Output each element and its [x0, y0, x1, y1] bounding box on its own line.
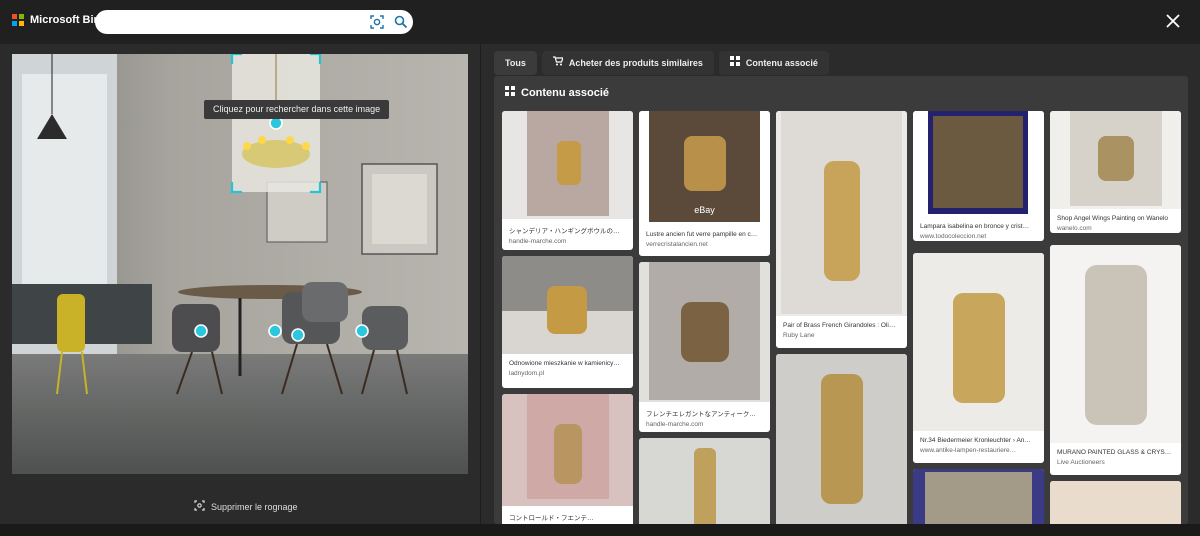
- related-content-panel: Contenu associé シャンデリア・ハンギングボウルの… handle…: [494, 76, 1188, 524]
- result-card[interactable]: [639, 438, 770, 524]
- result-source: ladnydom.pl: [509, 370, 545, 377]
- result-thumbnail: [502, 394, 633, 506]
- search-input[interactable]: [105, 13, 359, 33]
- tab-all[interactable]: Tous: [494, 51, 537, 75]
- bottom-strip: [0, 524, 1200, 536]
- result-source: wanelo.com: [1057, 225, 1092, 232]
- top-bar: Microsoft Bing: [0, 0, 1200, 44]
- result-card[interactable]: MURANO PAINTED GLASS & CRYST… Live Aucti…: [1050, 245, 1181, 475]
- grid-icon: [505, 86, 515, 99]
- result-card[interactable]: Nr.34 Biedermeier Kronleuchter › An… www…: [913, 253, 1044, 463]
- result-title: Pair of Brass French Girandoles : Oli…: [783, 322, 896, 329]
- bing-logo[interactable]: Microsoft Bing: [12, 14, 107, 26]
- result-card[interactable]: コントロールド・フエンテ…: [502, 394, 633, 524]
- result-source: handle-marche.com: [646, 421, 704, 428]
- search-icon[interactable]: [393, 14, 409, 30]
- result-title: Lustre ancien fut verre pampille en c…: [646, 231, 758, 238]
- result-title: コントロールド・フエンテ…: [509, 515, 594, 522]
- result-title: Odnowione mieszkanie w kamienicy…: [509, 360, 620, 367]
- result-thumbnail: [913, 469, 1044, 524]
- section-title-label: Contenu associé: [521, 86, 610, 99]
- result-card[interactable]: eBay Lustre ancien fut verre pampille en…: [639, 111, 770, 256]
- close-icon[interactable]: [1164, 12, 1182, 30]
- result-thumbnail: [639, 262, 770, 402]
- result-card[interactable]: [913, 469, 1044, 524]
- image-preview-pane: Cliquez pour rechercher dans cette image…: [0, 44, 480, 524]
- result-thumbnail: [1050, 481, 1181, 524]
- result-source: www.antike-lampen-restauriere…: [920, 447, 1017, 454]
- result-title: シャンデリア・ハンギングボウルの…: [509, 228, 620, 235]
- result-title: MURANO PAINTED GLASS & CRYST…: [1057, 449, 1176, 456]
- result-title: Lampara isabelina en bronce y crist…: [920, 223, 1030, 230]
- result-thumbnail: [1050, 245, 1181, 443]
- result-thumbnail: [502, 111, 633, 219]
- tab-shop-similar-label: Acheter des produits similaires: [568, 58, 703, 68]
- crop-icon: [194, 500, 205, 513]
- visual-search-icon[interactable]: [369, 14, 385, 30]
- result-card[interactable]: [1050, 481, 1181, 524]
- result-source: handle-marche.com: [509, 238, 567, 245]
- result-thumbnail: [776, 111, 907, 316]
- result-card[interactable]: [776, 354, 907, 524]
- tab-related-content[interactable]: Contenu associé: [718, 51, 829, 75]
- microsoft-logo-icon: [12, 14, 24, 26]
- tab-all-label: Tous: [505, 58, 526, 68]
- result-thumbnail: [913, 253, 1044, 431]
- tab-related-content-label: Contenu associé: [745, 58, 818, 68]
- result-source: verrecristalancien.net: [646, 241, 708, 248]
- result-title: Shop Angel Wings Painting on Wanelo: [1057, 215, 1169, 222]
- result-title: フレンチエレガントなアンティーク…: [646, 411, 756, 418]
- ebay-watermark: eBay: [694, 205, 715, 215]
- result-card[interactable]: Lampara isabelina en bronce y crist… www…: [913, 111, 1044, 241]
- result-thumbnail: eBay: [639, 111, 770, 225]
- result-thumbnail: [1050, 111, 1181, 209]
- grid-icon: [729, 51, 740, 75]
- result-thumbnail: [502, 256, 633, 354]
- section-title: Contenu associé: [505, 86, 609, 99]
- result-source: www.todocoleccion.net: [920, 233, 987, 240]
- result-title: Nr.34 Biedermeier Kronleuchter › An…: [920, 437, 1031, 444]
- crop-hint-tooltip: Cliquez pour rechercher dans cette image: [204, 100, 390, 119]
- result-card[interactable]: Shop Angel Wings Painting on Wanelo wane…: [1050, 111, 1181, 233]
- source-image[interactable]: Cliquez pour rechercher dans cette image: [12, 54, 468, 474]
- results-tabs: Tous Acheter des produits similaires Con…: [494, 51, 829, 75]
- result-source: Live Auctioneers: [1057, 459, 1105, 466]
- search-box: [95, 10, 413, 34]
- tab-shop-similar[interactable]: Acheter des produits similaires: [541, 51, 714, 75]
- result-thumbnail: [913, 111, 1044, 217]
- cart-icon: [552, 51, 564, 75]
- results-pane: Tous Acheter des produits similaires Con…: [480, 44, 1200, 524]
- result-card[interactable]: Pair of Brass French Girandoles : Oli… R…: [776, 111, 907, 348]
- result-card[interactable]: Odnowione mieszkanie w kamienicy… ladnyd…: [502, 256, 633, 388]
- remove-crop-button[interactable]: Supprimer le rognage: [194, 500, 298, 513]
- result-thumbnail: [639, 438, 770, 524]
- result-card[interactable]: シャンデリア・ハンギングボウルの… handle-marche.com: [502, 111, 633, 250]
- result-source: Ruby Lane: [783, 332, 815, 339]
- remove-crop-label: Supprimer le rognage: [211, 501, 298, 512]
- result-thumbnail: [776, 354, 907, 524]
- result-card[interactable]: フレンチエレガントなアンティーク… handle-marche.com: [639, 262, 770, 432]
